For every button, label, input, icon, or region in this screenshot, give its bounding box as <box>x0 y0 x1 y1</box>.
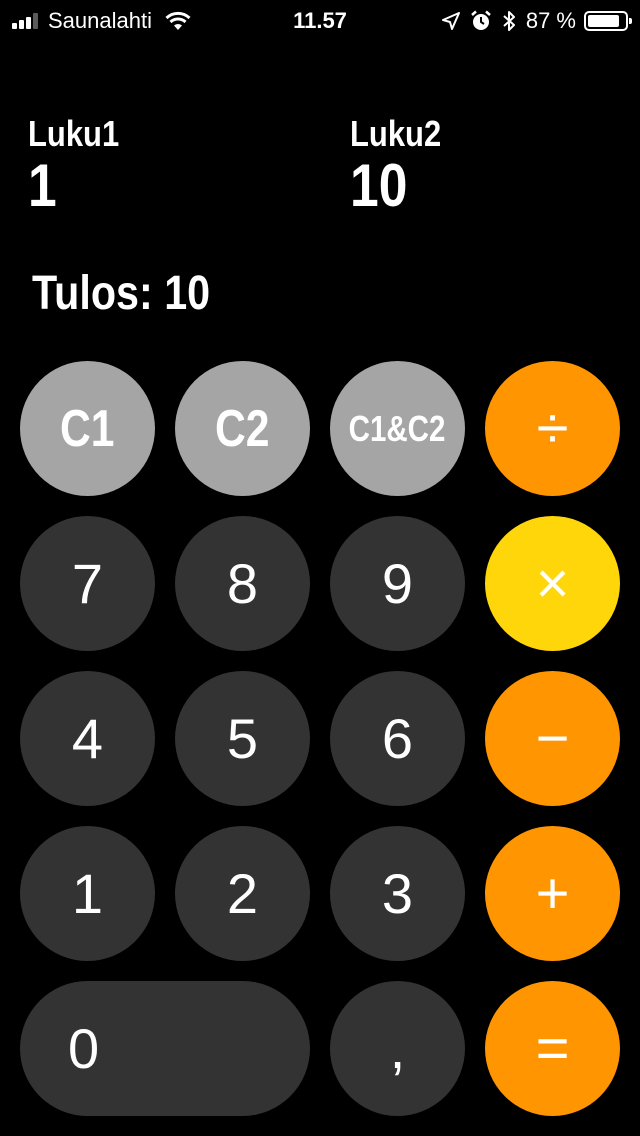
digit-7-label: 7 <box>71 552 104 615</box>
status-right: 87 % <box>441 8 632 34</box>
digit-2-button[interactable]: 2 <box>175 826 310 961</box>
digit-8-button[interactable]: 8 <box>175 516 310 651</box>
battery-icon <box>584 11 632 31</box>
clear-luku2-button[interactable]: C2 <box>175 361 310 496</box>
digit-1-label: 1 <box>71 862 104 925</box>
add-button[interactable]: + <box>485 826 620 961</box>
luku2-display: Luku2 10 <box>350 114 456 218</box>
battery-fill <box>588 15 619 27</box>
subtract-label: − <box>535 706 570 771</box>
equals-button[interactable]: = <box>485 981 620 1116</box>
divide-label: ÷ <box>536 396 569 461</box>
digit-6-label: 6 <box>381 707 414 770</box>
result-display: Tulos: 10 <box>32 267 211 320</box>
digit-3-label: 3 <box>381 862 414 925</box>
status-bar: Saunalahti 11.57 87 % <box>0 0 640 40</box>
comma-label: , <box>389 1017 406 1080</box>
multiply-label: × <box>535 551 570 616</box>
multiply-button[interactable]: × <box>485 516 620 651</box>
digit-5-label: 5 <box>226 707 259 770</box>
digit-4-label: 4 <box>71 707 104 770</box>
digit-6-button[interactable]: 6 <box>330 671 465 806</box>
location-arrow-icon <box>441 12 460 30</box>
bluetooth-icon <box>503 11 515 31</box>
luku1-value: 1 <box>28 152 57 219</box>
digit-2-label: 2 <box>226 862 259 925</box>
digit-9-button[interactable]: 9 <box>330 516 465 651</box>
digit-4-button[interactable]: 4 <box>20 671 155 806</box>
clear-luku1-label: C1 <box>60 399 115 458</box>
luku2-label: Luku2 <box>350 113 442 154</box>
comma-button[interactable]: , <box>330 981 465 1116</box>
equals-label: = <box>535 1016 570 1081</box>
digit-8-label: 8 <box>226 552 259 615</box>
clear-both-button[interactable]: C1&C2 <box>330 361 465 496</box>
add-label: + <box>535 861 570 926</box>
divide-button[interactable]: ÷ <box>485 361 620 496</box>
digit-9-label: 9 <box>381 552 414 615</box>
luku1-display: Luku1 1 <box>28 114 134 218</box>
digit-1-button[interactable]: 1 <box>20 826 155 961</box>
digit-5-button[interactable]: 5 <box>175 671 310 806</box>
clear-luku2-label: C2 <box>215 399 270 458</box>
digit-7-button[interactable]: 7 <box>20 516 155 651</box>
subtract-button[interactable]: − <box>485 671 620 806</box>
luku2-value: 10 <box>350 152 408 219</box>
luku1-label: Luku1 <box>28 113 120 154</box>
battery-percent: 87 % <box>525 8 576 33</box>
digit-0-label: 0 <box>68 1017 100 1080</box>
digit-0-button[interactable]: 0 <box>20 981 310 1116</box>
clear-luku1-button[interactable]: C1 <box>20 361 155 496</box>
alarm-clock-icon <box>471 10 491 30</box>
clear-both-label: C1&C2 <box>349 407 446 449</box>
digit-3-button[interactable]: 3 <box>330 826 465 961</box>
